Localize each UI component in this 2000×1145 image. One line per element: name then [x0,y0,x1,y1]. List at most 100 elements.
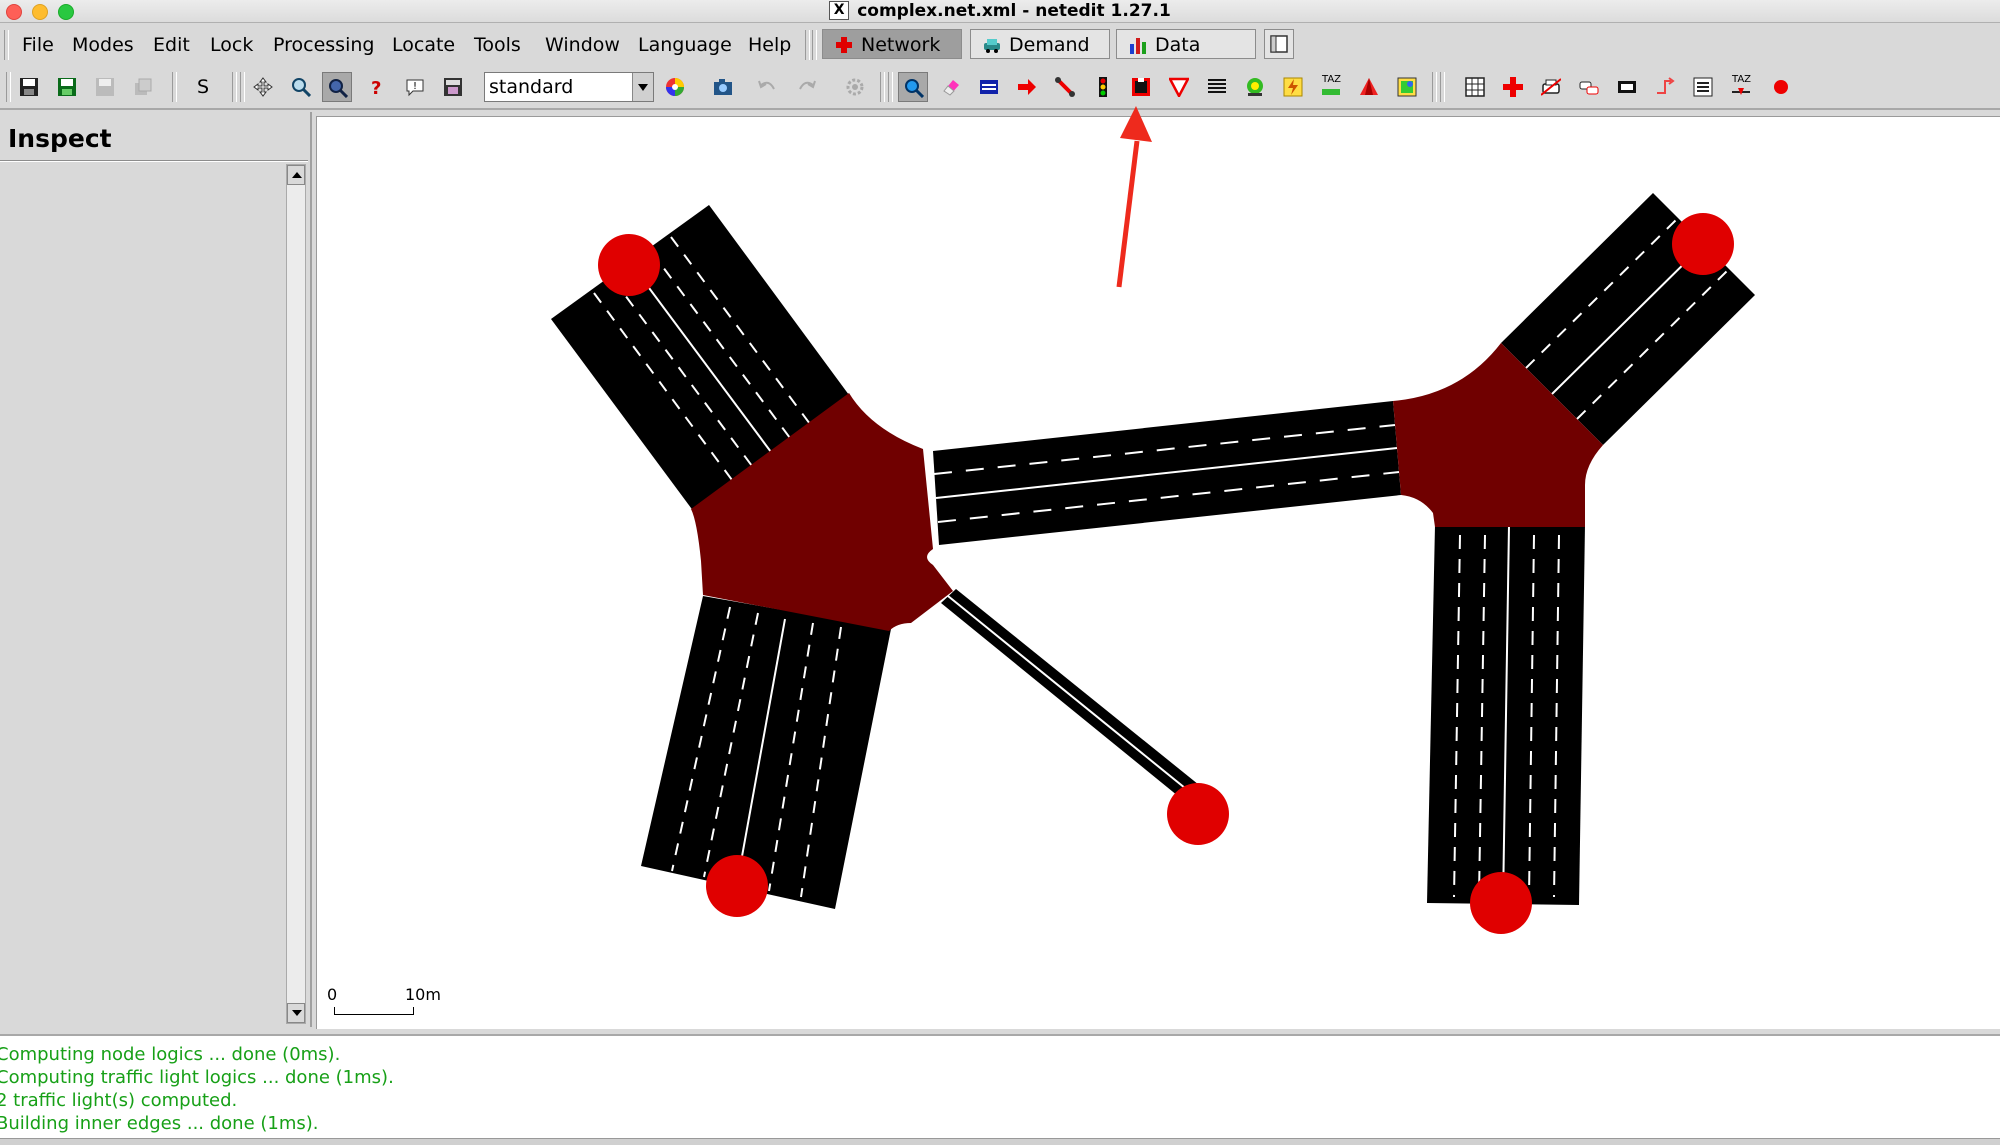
inspect-panel: Inspect [0,112,312,1027]
inspect-scrollbar[interactable] [286,164,306,1024]
edit-menu-button[interactable] [438,72,468,102]
toggle-junction-shape-button[interactable] [1498,72,1528,102]
toggle-help-button[interactable]: ? [362,72,392,102]
s-button[interactable]: S [188,72,218,102]
toggle-two-way-button[interactable] [1574,72,1604,102]
show-message-button[interactable]: ! [400,72,430,102]
toolbar-separator-2 [232,72,237,102]
connection-mode-button[interactable] [1126,72,1156,102]
demand-mode-label: Demand [1009,34,1090,56]
network-view[interactable] [317,117,2000,1029]
toolbar-separator-4 [1432,72,1437,102]
save-disabled-button[interactable] [90,72,120,102]
edge-lower-left[interactable] [641,596,891,909]
additional-icon [1247,78,1263,96]
taz-mode-button[interactable]: TAZ [1316,72,1346,102]
demand-car-icon [984,39,1000,53]
delete-mode-button[interactable] [936,72,966,102]
zoom-button[interactable] [286,72,316,102]
traffic-light-mode-button[interactable] [1088,72,1118,102]
window-toggle-button[interactable] [1264,29,1294,59]
menu-image-icon [444,78,462,96]
network-mode-button[interactable]: Network [822,29,962,59]
menu-lock[interactable]: Lock [210,34,253,56]
edge-diagonal[interactable] [941,589,1209,809]
node-upper-left[interactable] [598,234,660,296]
menu-language[interactable]: Language [638,34,732,56]
lightning-icon [1283,77,1303,97]
recenter-view-button[interactable] [248,72,278,102]
polygon-mode-button[interactable] [1354,72,1384,102]
toolbar-grip-3[interactable] [888,72,893,102]
scroll-up-arrow-icon[interactable] [287,165,305,185]
edge-middle[interactable] [933,401,1401,545]
scale-label-zero: 0 [327,985,338,1004]
redo-button[interactable] [792,72,822,102]
merge-icon [1618,81,1636,93]
taz2-label: TAZ [1732,74,1752,85]
prohibition-mode-button[interactable] [1164,72,1194,102]
toolbar-grip[interactable] [6,72,11,102]
select-mode-button[interactable] [974,72,1004,102]
scheme-dropdown-arrow-icon[interactable] [632,73,653,101]
color-wheel-button[interactable] [660,72,690,102]
save-all-button[interactable] [52,72,82,102]
node-lower-left[interactable] [706,855,768,917]
scroll-down-arrow-icon[interactable] [287,1003,305,1023]
toggle-chain-button[interactable] [1536,72,1566,102]
menu-file[interactable]: File [22,34,54,56]
edge-right-vertical[interactable] [1427,524,1585,905]
menu-window[interactable]: Window [545,34,620,56]
visualization-scheme-select[interactable]: standard [484,72,654,102]
node-upper-right[interactable] [1672,213,1734,275]
window-title-wrap: Xcomplex.net.xml - netedit 1.27.1 [0,1,2000,21]
toggle-taz-button[interactable]: TAZ [1726,72,1756,102]
node-diagonal-end[interactable] [1167,783,1229,845]
menu-bar: File Modes Edit Lock Processing Locate T… [0,24,2000,67]
menu-processing[interactable]: Processing [273,34,374,56]
locate-button[interactable] [322,72,352,102]
wire-mode-button[interactable] [1278,72,1308,102]
move-mode-button[interactable] [1012,72,1042,102]
compute-junctions-button[interactable] [840,72,870,102]
poi-mode-button[interactable] [1392,72,1422,102]
menubar-grip[interactable] [4,30,9,60]
inspect-mode-button[interactable] [898,72,928,102]
additional-mode-button[interactable] [1240,72,1270,102]
message-line: Building inner edges ... done (1ms). [0,1113,319,1134]
toggle-grid-button[interactable] [1460,72,1490,102]
reload-button[interactable] [128,72,158,102]
toolbar-grip-4[interactable] [1440,72,1445,102]
toggle-lanes-button[interactable] [1688,72,1718,102]
locate-icon [329,79,348,98]
move-arrows-icon [253,77,273,97]
toolbar-separator-3 [880,72,885,102]
screenshot-button[interactable] [708,72,738,102]
menu-edit[interactable]: Edit [153,34,190,56]
help-question-icon: ? [371,78,381,97]
edge-icon [1055,77,1075,97]
red-cross-icon [1503,77,1523,97]
toggle-bubbles-button[interactable] [1650,72,1680,102]
menu-help[interactable]: Help [748,34,791,56]
toggle-merge-button[interactable] [1612,72,1642,102]
demand-mode-button[interactable]: Demand [970,29,1110,59]
create-edge-button[interactable] [1050,72,1080,102]
toolbar-grip-2[interactable] [240,72,245,102]
menu-tools[interactable]: Tools [474,34,521,56]
window-toggle-icon [1270,35,1288,53]
network-canvas[interactable]: 0 10m [316,116,2000,1029]
data-mode-button[interactable]: Data [1116,29,1256,59]
annotation-arrowhead-icon [1120,106,1152,142]
message-line: Computing node logics ... done (0ms). [0,1044,341,1065]
menu-modes[interactable]: Modes [72,34,134,56]
modes-grip[interactable] [812,30,817,60]
data-chart-icon [1130,38,1146,54]
node-lower-right[interactable] [1470,872,1532,934]
crossing-mode-button[interactable] [1202,72,1232,102]
save-network-button[interactable] [14,72,44,102]
redo-icon [799,80,816,90]
toggle-record-button[interactable] [1766,72,1796,102]
menu-locate[interactable]: Locate [392,34,455,56]
undo-button[interactable] [752,72,782,102]
